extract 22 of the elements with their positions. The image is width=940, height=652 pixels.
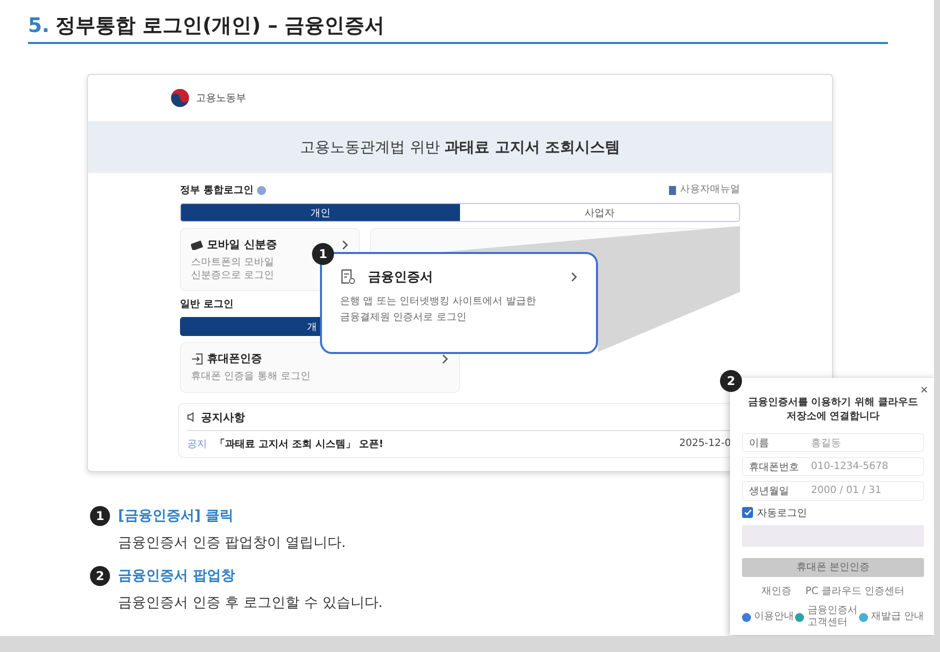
notice-tag: 공지 xyxy=(187,436,207,450)
auto-login-label: 자동로그인 xyxy=(757,506,807,520)
notice-date: 2025-12-0 xyxy=(679,438,731,449)
method-title: 휴대폰인증 xyxy=(207,351,262,366)
step-title: 금융인증서 팝업창 xyxy=(118,567,235,585)
section-title: 정부통합 로그인(개인) – 금융인증서 xyxy=(56,12,385,39)
method-description: 스마트폰의 모바일 신분증으로 로그인 xyxy=(191,257,276,282)
section-number: 5. xyxy=(28,13,50,37)
method-description: 휴대폰 인증을 통해 로그인 xyxy=(191,371,311,384)
gov-login-title: 정부 통합로그인 xyxy=(180,184,254,197)
ministry-name: 고용노동부 xyxy=(196,92,246,105)
general-login-title: 일반 로그인 xyxy=(180,298,234,311)
system-title: 고용노동관계법 위반 과태료 고지서 조회시스템 xyxy=(300,138,620,156)
step-description: 금융인증서 인증 팝업창이 열립니다. xyxy=(118,534,346,552)
step-description: 금융인증서 인증 후 로그인할 수 있습니다. xyxy=(118,594,383,612)
notice-title: 공지사항 xyxy=(201,410,245,424)
popup-title: 금융인증서를 이용하기 위해 클라우드 저장소에 연결합니다 xyxy=(746,396,920,424)
step-number: 2 xyxy=(90,566,110,586)
callout-title: 금융인증서 xyxy=(368,269,433,286)
step-number: 1 xyxy=(90,506,110,526)
step-title: [금융인증서] 클릭 xyxy=(118,507,234,525)
method-title: 모바일 신분증 xyxy=(207,237,277,252)
